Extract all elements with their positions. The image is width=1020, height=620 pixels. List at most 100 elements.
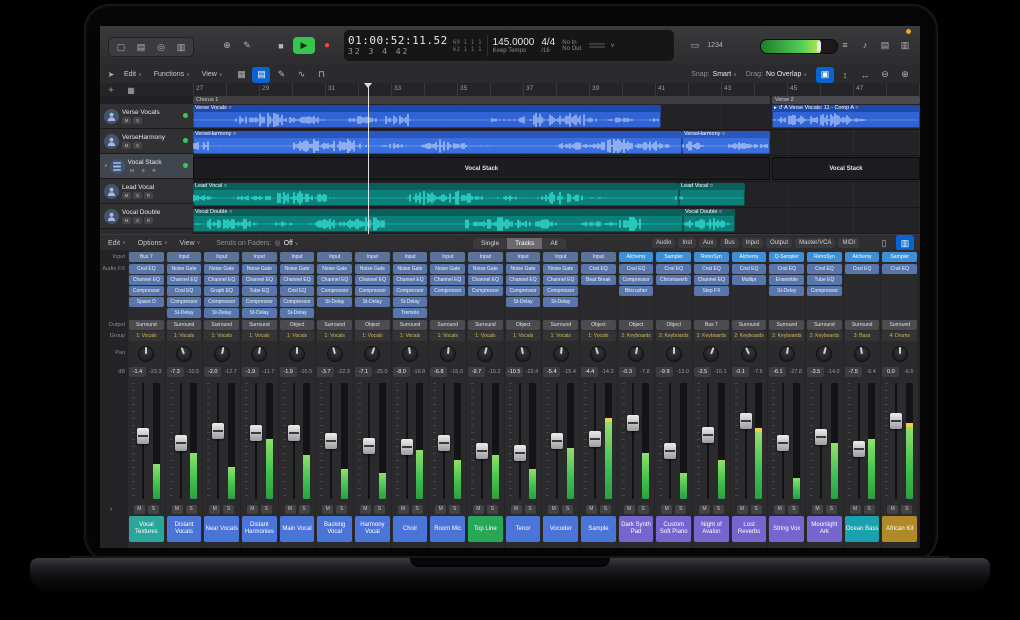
pan-knob[interactable] bbox=[515, 346, 531, 362]
solo-button[interactable]: S bbox=[412, 505, 423, 514]
channel-name[interactable]: Lost Reverbs bbox=[732, 516, 767, 542]
add-track-button[interactable]: + bbox=[104, 84, 118, 96]
arrangement-marker[interactable]: Chorus 1 bbox=[193, 96, 770, 104]
fx-slot[interactable]: Compressor bbox=[468, 286, 503, 296]
mixer-mode-all[interactable]: All bbox=[542, 238, 565, 249]
group-slot[interactable]: 1: Vocals bbox=[167, 331, 202, 341]
fx-slot[interactable]: Compressor bbox=[355, 286, 390, 296]
solo-button[interactable]: S bbox=[751, 505, 762, 514]
fx-slot[interactable]: Space D bbox=[129, 297, 164, 307]
mute-button[interactable]: M bbox=[134, 505, 145, 514]
group-slot[interactable]: 1: Vocals bbox=[204, 331, 239, 341]
input-slot[interactable]: Input bbox=[242, 252, 277, 262]
input-slot[interactable]: Input bbox=[581, 252, 616, 262]
fx-slot[interactable]: St-Delay bbox=[242, 308, 277, 318]
fader-cap[interactable] bbox=[438, 435, 450, 451]
output-slot[interactable]: Object bbox=[656, 320, 691, 330]
input-slot[interactable]: Input bbox=[393, 252, 428, 262]
volume-db-value[interactable]: -1.9 bbox=[280, 367, 297, 377]
group-slot[interactable]: 1: Vocals bbox=[581, 331, 616, 341]
count-in-icon[interactable]: 1234 bbox=[706, 37, 724, 53]
pan-knob[interactable] bbox=[666, 346, 682, 362]
mute-button[interactable]: M bbox=[661, 505, 672, 514]
fader-cap[interactable] bbox=[551, 433, 563, 449]
track-header[interactable]: VerseHarmonyMS bbox=[100, 129, 193, 154]
fx-slot[interactable]: Noise Gate bbox=[317, 264, 352, 274]
pan-knob[interactable] bbox=[779, 346, 795, 362]
fx-slot[interactable]: St-Delay bbox=[355, 297, 390, 307]
pan-knob[interactable] bbox=[741, 346, 757, 362]
grid-view-icon[interactable]: ▦ bbox=[232, 67, 250, 83]
fader-cap[interactable] bbox=[740, 413, 752, 429]
functions-menu[interactable]: Functions∨ bbox=[154, 71, 190, 78]
audio-region[interactable]: Vocal Double ○ bbox=[683, 209, 735, 232]
fx-slot[interactable]: Channel EQ bbox=[393, 275, 428, 285]
solo-button[interactable]: S bbox=[525, 505, 536, 514]
fx-slot[interactable]: Cnsl EQ bbox=[769, 264, 804, 274]
filter-audio[interactable]: Audio bbox=[652, 238, 675, 248]
fx-slot[interactable]: Cnsl EQ bbox=[581, 264, 616, 274]
volume-db-value[interactable]: -6.8 bbox=[430, 367, 447, 377]
filter-input[interactable]: Input bbox=[742, 238, 763, 248]
solo-button[interactable]: S bbox=[826, 505, 837, 514]
channel-name[interactable]: Distant Harmonies bbox=[242, 516, 277, 542]
pan-knob[interactable] bbox=[327, 346, 343, 362]
output-slot[interactable]: Surround bbox=[882, 320, 917, 330]
track-header[interactable]: ∨Vocal StackMSR bbox=[100, 154, 193, 179]
group-slot[interactable]: 2: Keyboards bbox=[619, 331, 654, 341]
volume-db-value[interactable]: -1.4 bbox=[129, 367, 146, 377]
channel-name[interactable]: Distant Vocals bbox=[167, 516, 202, 542]
pan-knob[interactable] bbox=[703, 346, 719, 362]
output-slot[interactable]: Object bbox=[506, 320, 541, 330]
fx-slot[interactable]: Noise Gate bbox=[204, 264, 239, 274]
dual-view-icon[interactable]: ▥ bbox=[896, 235, 914, 251]
volume-db-value[interactable]: -7.1 bbox=[355, 367, 372, 377]
sends-on-faders-value[interactable]: Off ∨ bbox=[284, 240, 299, 247]
single-view-icon[interactable]: ▯ bbox=[875, 235, 893, 251]
smart-controls-icon[interactable]: ◎ bbox=[152, 39, 170, 55]
solo-button[interactable]: S bbox=[788, 505, 799, 514]
fader-cap[interactable] bbox=[363, 438, 375, 454]
record-enable-button[interactable]: R bbox=[144, 192, 153, 199]
channel-name[interactable]: Custom Soft Piano bbox=[656, 516, 691, 542]
channel-name[interactable]: Top Line bbox=[468, 516, 503, 542]
fx-slot[interactable]: St-Delay bbox=[393, 297, 428, 307]
pan-knob[interactable] bbox=[854, 346, 870, 362]
lcd-display[interactable]: 01:00:52:11.52 32 3 4 42 60 1 1 1 62 1 1… bbox=[344, 30, 674, 61]
channel-name[interactable]: Main Vocal bbox=[280, 516, 315, 542]
zoom-slider2-icon[interactable]: ⊕ bbox=[896, 67, 914, 83]
input-monitor-dot[interactable] bbox=[183, 113, 188, 118]
output-slot[interactable]: Surround bbox=[807, 320, 842, 330]
fx-slot[interactable]: Noise Gate bbox=[468, 264, 503, 274]
input-slot[interactable]: Input bbox=[317, 252, 352, 262]
group-slot[interactable]: 1: Vocals bbox=[506, 331, 541, 341]
audio-region[interactable]: VerseHarmony ○ bbox=[682, 131, 770, 154]
group-slot[interactable]: 1: Vocals bbox=[393, 331, 428, 341]
volume-db-value[interactable]: -0.1 bbox=[732, 367, 749, 377]
channel-name[interactable]: Vocal Textures bbox=[129, 516, 164, 542]
audio-region[interactable]: ▸ ↺ A Verse Vocals: 11 - Comp A ○ bbox=[772, 105, 920, 128]
filter-inst[interactable]: Inst bbox=[678, 238, 696, 248]
group-slot[interactable]: 4: Drums bbox=[882, 331, 917, 341]
filter-bus[interactable]: Bus bbox=[720, 238, 738, 248]
group-slot[interactable]: 2: Keyboards bbox=[656, 331, 691, 341]
fx-slot[interactable]: Channel EQ bbox=[204, 275, 239, 285]
solo-button[interactable]: S bbox=[299, 505, 310, 514]
mute-button[interactable]: M bbox=[172, 505, 183, 514]
fader-cap[interactable] bbox=[325, 433, 337, 449]
input-slot[interactable]: Sampler bbox=[656, 252, 691, 262]
list-view-icon[interactable]: ▤ bbox=[252, 67, 270, 83]
fx-slot[interactable]: Channel EQ bbox=[242, 275, 277, 285]
group-slot[interactable]: 1: Vocals bbox=[280, 331, 315, 341]
mute-button[interactable]: M bbox=[473, 505, 484, 514]
output-slot[interactable]: Object bbox=[619, 320, 654, 330]
fx-slot[interactable]: Cnsl EQ bbox=[882, 264, 917, 274]
mute-button[interactable]: M bbox=[887, 505, 898, 514]
fx-slot[interactable]: Channel EQ bbox=[167, 275, 202, 285]
fader-cap[interactable] bbox=[250, 425, 262, 441]
fx-slot[interactable]: Cnsl EQ bbox=[694, 264, 729, 274]
fx-slot[interactable]: Compressor bbox=[129, 286, 164, 296]
pan-knob[interactable] bbox=[138, 346, 154, 362]
fx-slot[interactable]: Noise Gate bbox=[430, 264, 465, 274]
volume-db-value[interactable]: -9.7 bbox=[468, 367, 485, 377]
